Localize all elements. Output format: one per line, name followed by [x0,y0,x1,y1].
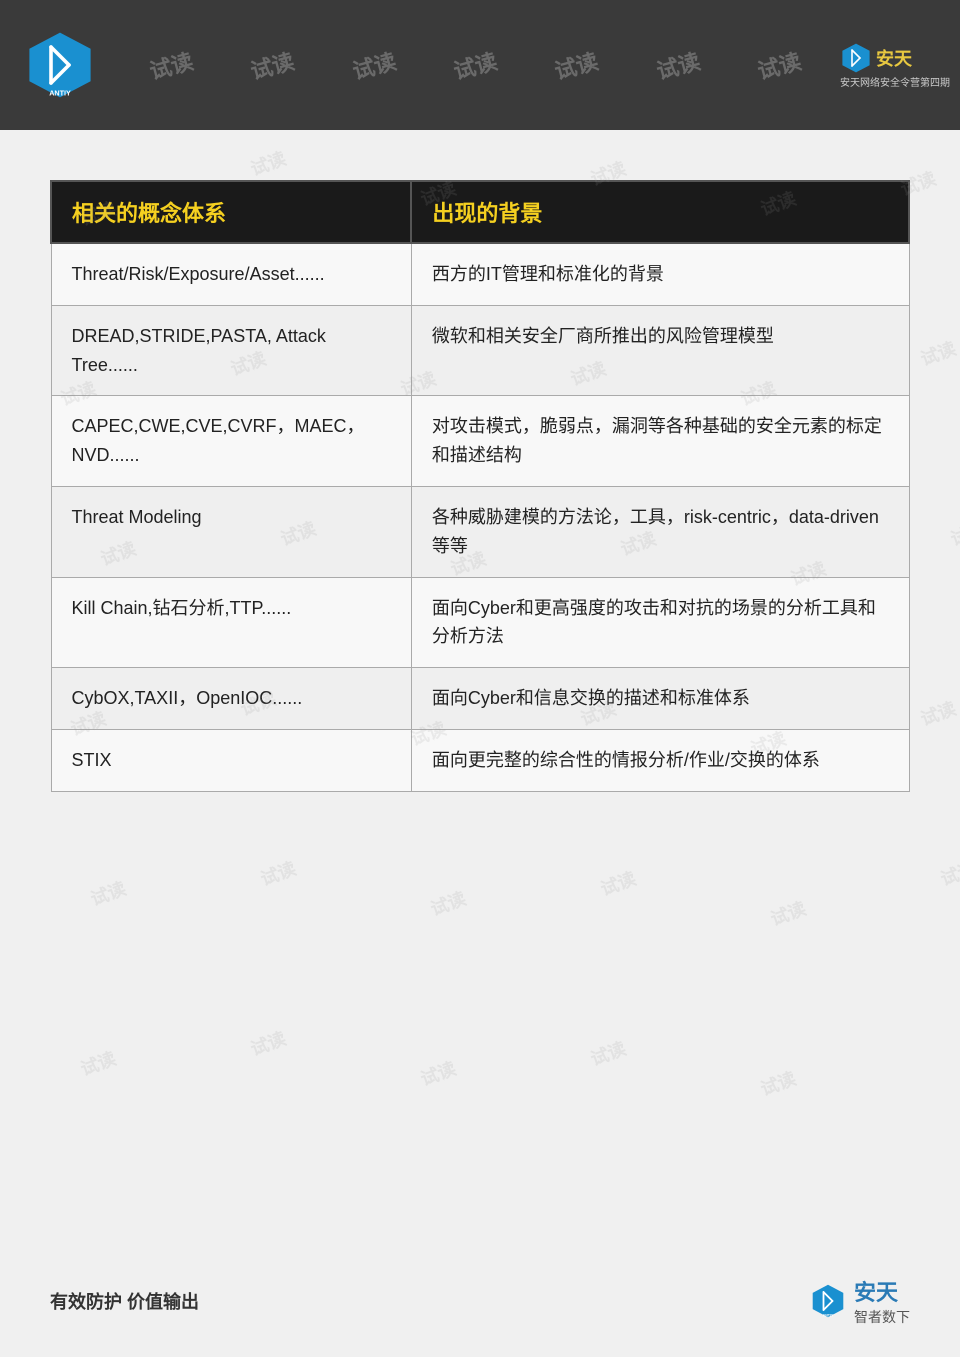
page-watermark-24: 试读 [87,875,130,912]
page-watermark-27: 试读 [597,865,640,902]
table-cell-right-6: 面向更完整的综合性的情报分析/作业/交换的体系 [411,729,909,791]
table-row: Threat/Risk/Exposure/Asset......西方的IT管理和… [51,243,909,305]
table-header-col2: 出现的背景 [411,181,909,243]
page-watermark-29: 试读 [937,855,960,892]
table-cell-right-0: 西方的IT管理和标准化的背景 [411,243,909,305]
table-row: CybOX,TAXII，OpenIOC......面向Cyber和信息交换的描述… [51,668,909,730]
table-cell-left-5: CybOX,TAXII，OpenIOC...... [51,668,411,730]
table-row: Threat Modeling各种威胁建模的方法论，工具，risk-centri… [51,486,909,577]
header-watermark-1: 试读 [145,44,196,86]
footer-brand-sub: 智者数下 [854,1307,910,1327]
table-cell-right-5: 面向Cyber和信息交换的描述和标准体系 [411,668,909,730]
header-watermark-7: 试读 [754,44,805,86]
page-watermark-31: 试读 [247,1025,290,1062]
footer: 有效防护 价值输出 ANTIY 安天 智者数下 [0,1275,960,1327]
brand-name: 安天 [876,45,912,71]
page-watermark-30: 试读 [77,1045,120,1082]
table-cell-left-1: DREAD,STRIDE,PASTA, Attack Tree...... [51,305,411,396]
table-cell-right-1: 微软和相关安全厂商所推出的风险管理模型 [411,305,909,396]
page-watermark-28: 试读 [767,895,810,932]
header-watermark-6: 试读 [652,44,703,86]
page-watermark-26: 试读 [427,885,470,922]
brand-subtitle: 安天网络安全令营第四期 [840,74,950,89]
table-row: CAPEC,CWE,CVE,CVRF，MAEC，NVD......对攻击模式，脆… [51,396,909,487]
footer-brand-name: 安天 [854,1275,910,1307]
page-watermark-25: 试读 [257,855,300,892]
header-right-logo: 安天 安天网络安全令营第四期 [830,0,960,130]
table-row: Kill Chain,钻石分析,TTP......面向Cyber和更高强度的攻击… [51,577,909,668]
header-watermark-5: 试读 [551,44,602,86]
concept-table: 相关的概念体系 出现的背景 Threat/Risk/Exposure/Asset… [50,180,910,792]
table-cell-left-3: Threat Modeling [51,486,411,577]
svg-text:ANTIY: ANTIY [49,89,71,98]
table-cell-right-2: 对攻击模式，脆弱点，漏洞等各种基础的安全元素的标定和描述结构 [411,396,909,487]
header-watermarks: 试读 试读 试读 试读 试读 试读 试读 [120,0,830,130]
header-watermark-3: 试读 [348,44,399,86]
header-watermark-4: 试读 [450,44,501,86]
table-row: DREAD,STRIDE,PASTA, Attack Tree......微软和… [51,305,909,396]
page-watermark-33: 试读 [587,1035,630,1072]
table-row: STIX面向更完整的综合性的情报分析/作业/交换的体系 [51,729,909,791]
table-cell-right-3: 各种威胁建模的方法论，工具，risk-centric，data-driven等等 [411,486,909,577]
table-header-col1: 相关的概念体系 [51,181,411,243]
footer-slogan: 有效防护 价值输出 [50,1288,199,1314]
page-watermark-32: 试读 [417,1055,460,1092]
main-content: 相关的概念体系 出现的背景 Threat/Risk/Exposure/Asset… [0,130,960,832]
header: ANTIY 试读 试读 试读 试读 试读 试读 试读 安天 安天网络安全令营第四… [0,0,960,130]
antiy-logo: ANTIY [24,29,96,101]
table-cell-left-6: STIX [51,729,411,791]
footer-logo: ANTIY 安天 智者数下 [810,1275,910,1327]
table-cell-left-2: CAPEC,CWE,CVE,CVRF，MAEC，NVD...... [51,396,411,487]
svg-text:ANTIY: ANTIY [823,1313,834,1317]
table-cell-left-0: Threat/Risk/Exposure/Asset...... [51,243,411,305]
brand-block: 安天 安天网络安全令营第四期 [840,42,950,89]
table-cell-left-4: Kill Chain,钻石分析,TTP...... [51,577,411,668]
header-watermark-2: 试读 [247,44,298,86]
page-watermark-34: 试读 [757,1065,800,1102]
table-cell-right-4: 面向Cyber和更高强度的攻击和对抗的场景的分析工具和分析方法 [411,577,909,668]
logo-area: ANTIY [0,0,120,130]
